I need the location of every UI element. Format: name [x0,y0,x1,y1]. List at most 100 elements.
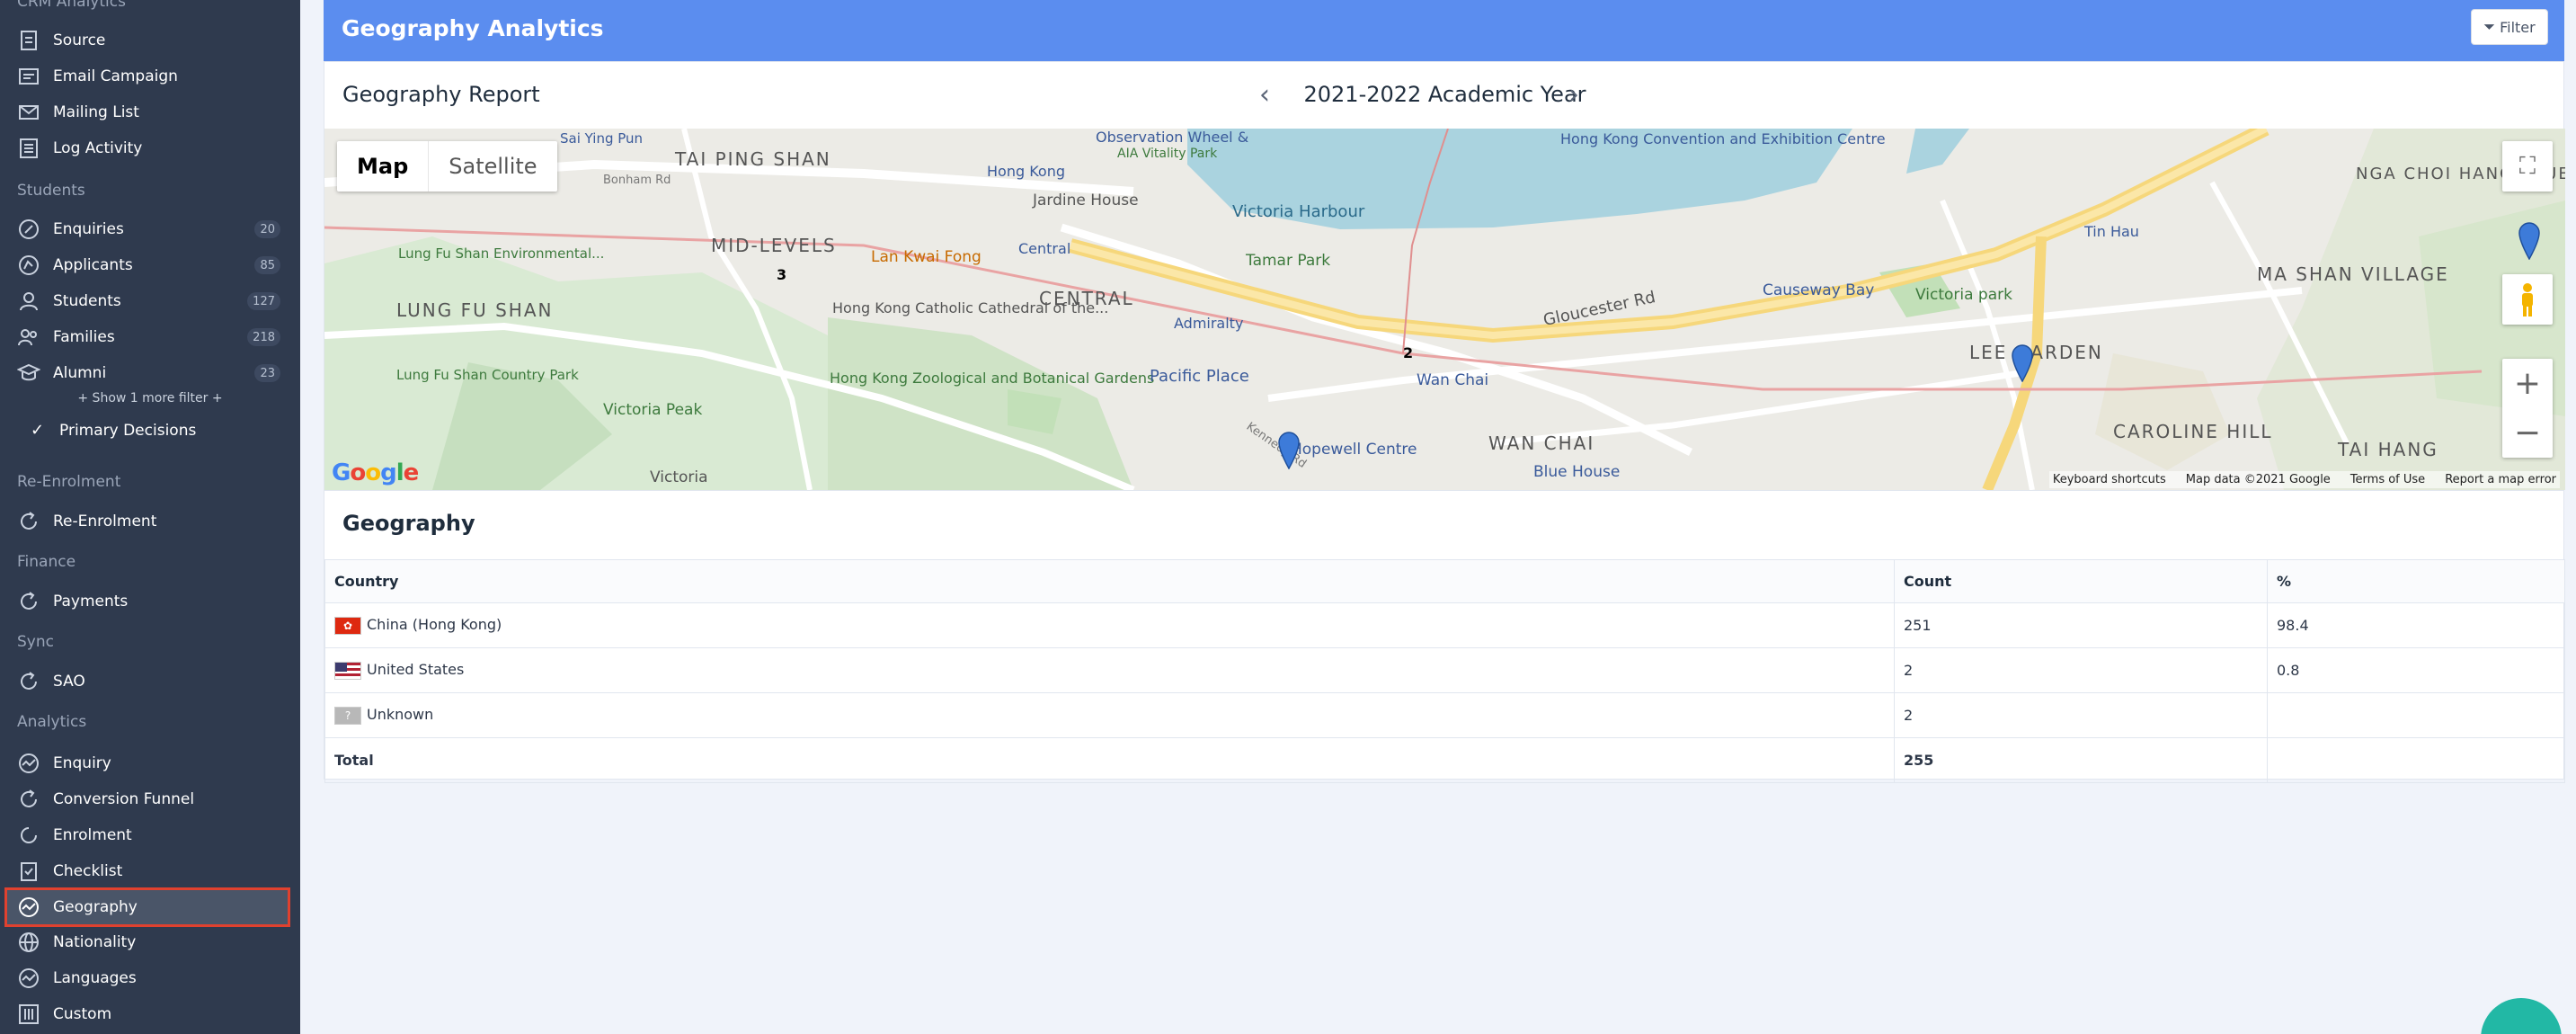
sidebar-item-label: Custom [53,1005,112,1023]
sidebar-item-checklist[interactable]: Checklist [0,853,300,889]
sidebar-item-enquiry[interactable]: Enquiry [0,745,300,781]
keyboard-shortcuts-link[interactable]: Keyboard shortcuts [2053,473,2166,486]
map-type-satellite-button[interactable]: Satellite [429,141,556,192]
geography-icon [16,895,41,920]
zoom-out-button[interactable]: − [2514,408,2541,458]
sidebar-item-languages[interactable]: Languages [0,960,300,996]
map-label-lee-garden: LEE GARDEN [1969,342,2103,363]
sidebar-item-geography[interactable]: Geography [0,887,300,927]
map-type-map-button[interactable]: Map [337,141,430,192]
cell-country: United States [324,647,1895,693]
sidebar-item-label: SAO [53,673,85,691]
sidebar-item-alumni[interactable]: Alumni 23 [0,355,300,391]
sidebar-item-log-activity[interactable]: Log Activity [0,130,300,166]
check-icon: ✓ [31,421,45,440]
street-view-pegman-icon[interactable] [2502,274,2553,325]
country-name: China (Hong Kong) [367,616,502,634]
sidebar-heading-analytics: Analytics [17,713,87,731]
total-label: Total [324,737,1895,783]
header-country[interactable]: Country [324,559,1895,603]
conversion-funnel-icon [16,787,41,812]
header-percent[interactable]: % [2267,559,2565,603]
country-name: United States [367,661,465,679]
sidebar-item-families[interactable]: Families 218 [0,319,300,355]
sidebar-item-label: Geography [53,898,138,916]
previous-year-button[interactable]: ‹ [1259,82,1270,109]
filter-button[interactable]: ⏷ Filter [2471,9,2548,45]
map-label-lan-kwai-fong: Lan Kwai Fong [871,248,982,266]
map-label-wan-chai-station: Wan Chai [1417,371,1489,389]
sidebar-item-re-enrolment[interactable]: Re-Enrolment [0,504,300,539]
header-count[interactable]: Count [1894,559,2268,603]
sidebar-item-applicants[interactable]: Applicants 85 [0,247,300,283]
enquiry-chart-icon [16,751,41,776]
show-more-filter-link[interactable]: + Show 1 more filter + [0,391,300,406]
sidebar-item-source[interactable]: Source [0,22,300,58]
map-type-control: Map Satellite [337,141,557,192]
sidebar-item-mailing-list[interactable]: Mailing List [0,94,300,130]
custom-icon [16,1002,41,1027]
sidebar-heading-finance: Finance [17,553,76,571]
sidebar-item-email-campaign[interactable]: Email Campaign [0,58,300,94]
floating-action-button[interactable] [2481,998,2562,1034]
page-header: Geography Analytics ⏷ Filter [324,0,2564,61]
count-badge: 20 [254,220,280,238]
map-cluster-3[interactable]: 3 [777,266,786,283]
sidebar-item-enquiries[interactable]: Enquiries 20 [0,211,300,247]
report-map-error-link[interactable]: Report a map error [2445,473,2556,486]
year-navigator: ‹ 2021-2022 Academic Year › [324,82,2565,109]
sidebar-item-students[interactable]: Students 127 [0,283,300,319]
sidebar-item-label: Source [53,31,106,49]
sidebar-item-sao[interactable]: SAO [0,664,300,700]
map-label-ma-shan-village: MA SHAN VILLAGE [2257,263,2449,285]
cell-percent [2267,692,2565,738]
map-label-hk-zoo: Hong Kong Zoological and Botanical Garde… [830,370,1155,387]
sidebar-item-nationality[interactable]: Nationality [0,924,300,960]
map-label-victoria-peak: Victoria Peak [603,401,703,419]
sidebar-item-primary-decisions[interactable]: Primary Decisions [59,422,196,440]
filter-icon: ⏷ [2483,18,2496,35]
cell-country: ✿ China (Hong Kong) [324,602,1895,648]
applicants-icon [16,253,41,278]
map-marker-pin[interactable] [2518,220,2541,260]
next-year-button[interactable]: › [1568,82,1579,109]
fullscreen-icon[interactable]: ⛶ [2502,141,2553,192]
sidebar-item-label: Students [53,292,121,310]
map-label-victoria: Victoria [650,468,708,486]
globe-icon [16,930,41,955]
log-activity-icon [16,136,41,161]
table-row: ✿ China (Hong Kong) 251 98.4 [324,602,2565,648]
cell-country: ? Unknown [324,692,1895,738]
active-highlight [4,887,290,927]
sidebar-item-label: Enrolment [53,826,132,844]
zoom-control: + − [2502,359,2553,458]
sidebar-item-label: Enquiries [53,220,124,238]
sidebar-item-label: Conversion Funnel [53,790,195,808]
table-row: United States 2 0.8 [324,647,2565,693]
sidebar: CRM Analytics Source Email Campaign Mail… [0,0,300,1034]
sidebar-heading-sync: Sync [17,633,54,651]
map-label-lung-fu-shan-env: Lung Fu Shan Environmental... [398,245,605,262]
cell-count: 2 [1894,647,2268,693]
us-flag-icon [334,661,361,680]
map-view[interactable]: Sai Ying Pun TAI PING SHAN MID-LEVELS LU… [324,129,2565,490]
map-marker-pin[interactable] [2011,343,2034,382]
map-label-tin-hau: Tin Hau [2084,223,2139,240]
map-label-central-station: Central [1018,240,1071,257]
map-label-hopewell: Hopewell Centre [1291,441,1417,459]
zoom-in-button[interactable]: + [2514,359,2541,408]
terms-of-use-link[interactable]: Terms of Use [2350,473,2425,486]
languages-icon [16,966,41,991]
sidebar-item-payments[interactable]: Payments [0,584,300,620]
map-marker-pin[interactable] [1277,430,1301,469]
total-percent [2267,737,2565,783]
enrolment-icon [16,823,41,848]
sidebar-item-custom[interactable]: Custom [0,996,300,1032]
sidebar-item-label: Alumni [53,364,107,382]
sidebar-item-conversion-funnel[interactable]: Conversion Funnel [0,781,300,817]
sidebar-heading-crm-analytics: CRM Analytics [17,0,126,11]
sidebar-item-enrolment[interactable]: Enrolment [0,817,300,853]
map-label-admiralty: Admiralty [1174,315,1244,332]
map-label-blue-house: Blue House [1533,463,1621,481]
map-cluster-2[interactable]: 2 [1403,344,1413,361]
